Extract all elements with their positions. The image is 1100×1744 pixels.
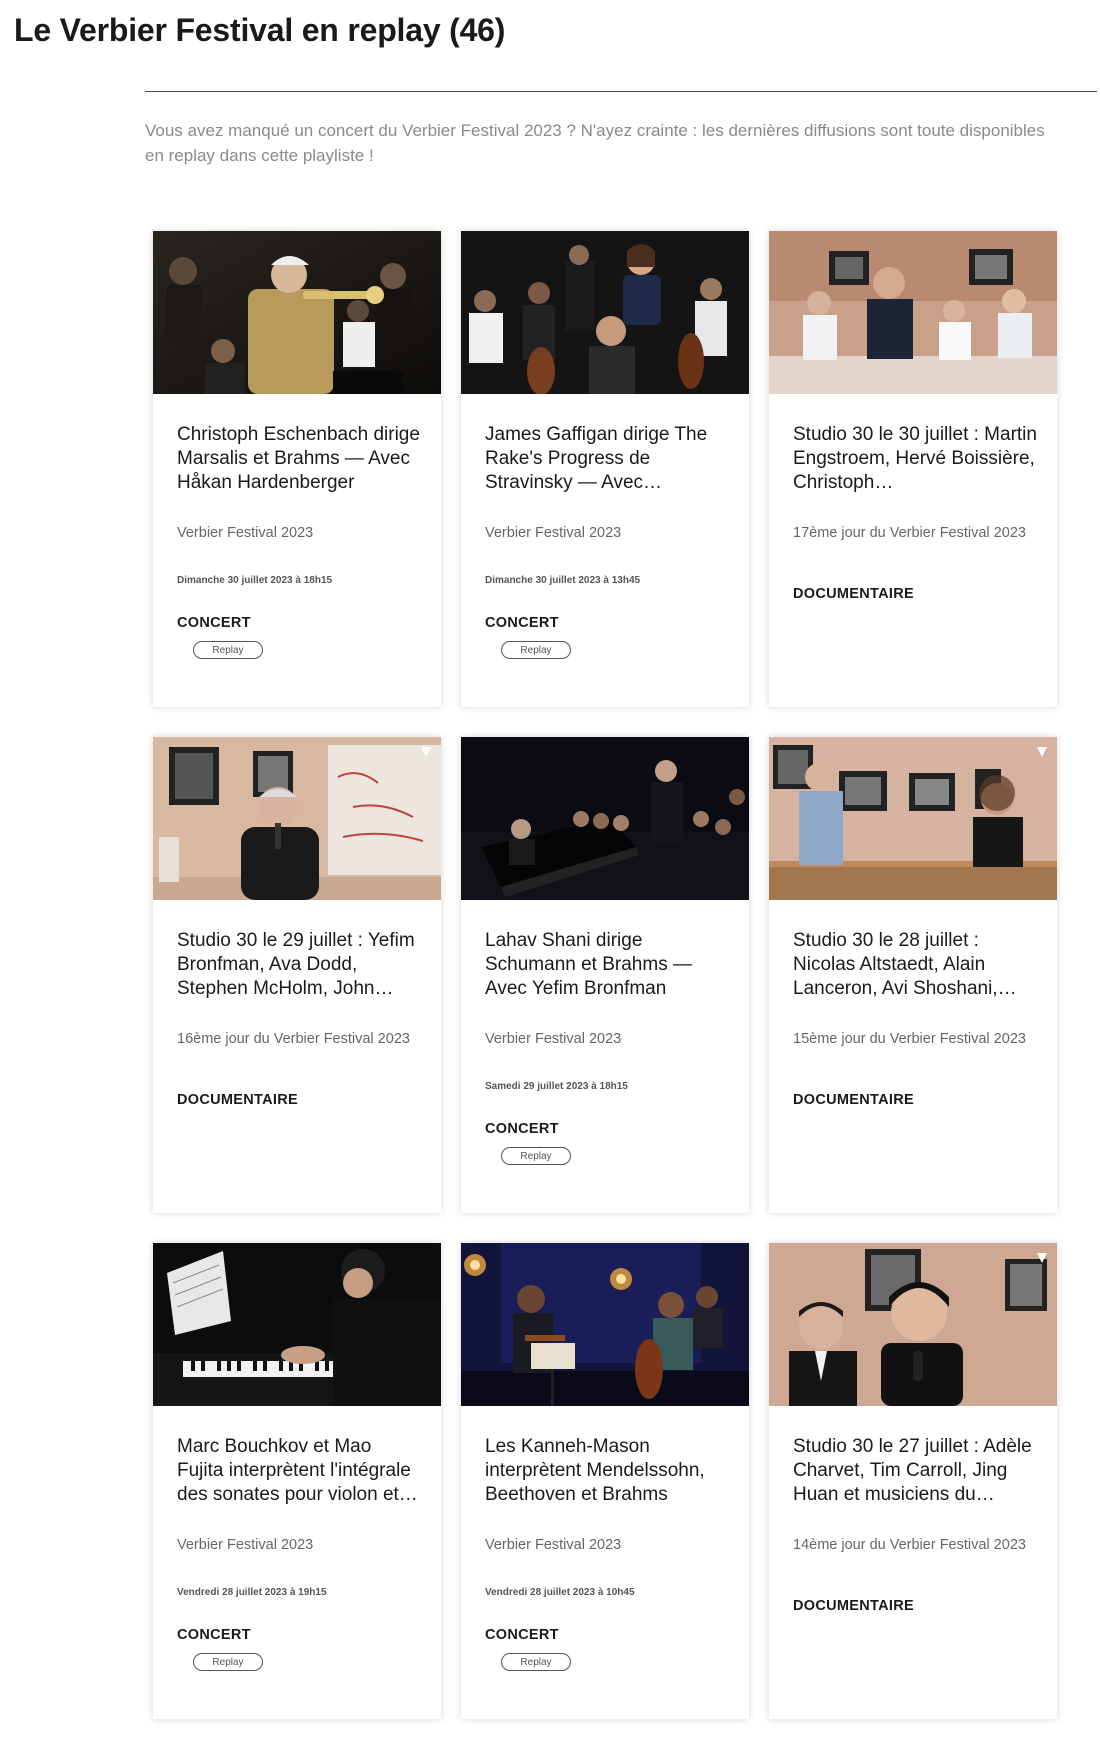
page-title: Le Verbier Festival en replay (46) xyxy=(14,12,506,48)
card-date: Dimanche 30 juillet 2023 à 13h45 xyxy=(485,575,641,586)
video-card[interactable]: Studio 30 le 27 juillet : Adèle Charvet,… xyxy=(769,1243,1057,1719)
video-card[interactable]: Les Kanneh-Mason interprètent Mendelssoh… xyxy=(461,1243,749,1719)
card-subtitle: 15ème jour du Verbier Festival 2023 xyxy=(793,1031,1026,1047)
channel-logo-icon xyxy=(1037,1253,1047,1263)
card-category: CONCERT xyxy=(485,1121,559,1137)
opera-stage-image xyxy=(461,231,749,394)
card-title[interactable]: Studio 30 le 28 juillet : Nicolas Altsta… xyxy=(793,929,1037,1001)
video-card[interactable]: Studio 30 le 30 juillet : Martin Engstro… xyxy=(769,231,1057,707)
video-thumbnail[interactable] xyxy=(461,1243,749,1406)
replay-button[interactable]: Replay xyxy=(501,1653,571,1671)
card-category: DOCUMENTAIRE xyxy=(793,1598,914,1614)
card-title[interactable]: Studio 30 le 29 juillet : Yefim Bronfman… xyxy=(177,929,421,1001)
card-title[interactable]: Les Kanneh-Mason interprètent Mendelssoh… xyxy=(485,1435,729,1507)
card-category: DOCUMENTAIRE xyxy=(793,586,914,602)
studio-interview-image xyxy=(153,737,441,900)
card-subtitle: Verbier Festival 2023 xyxy=(177,1537,314,1553)
card-subtitle: Verbier Festival 2023 xyxy=(177,525,314,541)
video-thumbnail[interactable] xyxy=(153,231,441,394)
replay-button[interactable]: Replay xyxy=(501,641,571,659)
video-card[interactable]: Marc Bouchkov et Mao Fujita interprètent… xyxy=(153,1243,441,1719)
card-category: DOCUMENTAIRE xyxy=(177,1092,298,1108)
card-category: CONCERT xyxy=(485,1627,559,1643)
video-card[interactable]: James Gaffigan dirige The Rake's Progres… xyxy=(461,231,749,707)
video-thumbnail[interactable] xyxy=(769,1243,1057,1406)
card-date: Vendredi 28 juillet 2023 à 19h15 xyxy=(177,1587,327,1598)
card-title[interactable]: Lahav Shani dirige Schumann et Brahms — … xyxy=(485,929,729,1001)
card-title[interactable]: Marc Bouchkov et Mao Fujita interprètent… xyxy=(177,1435,421,1507)
studio-applause-image xyxy=(769,231,1057,394)
video-card[interactable]: Studio 30 le 29 juillet : Yefim Bronfman… xyxy=(153,737,441,1213)
card-title[interactable]: James Gaffigan dirige The Rake's Progres… xyxy=(485,423,729,495)
replay-button[interactable]: Replay xyxy=(193,641,263,659)
studio-singer-image xyxy=(769,1243,1057,1406)
card-date: Dimanche 30 juillet 2023 à 18h15 xyxy=(177,575,333,586)
playlist-grid: Christoph Eschenbach dirige Marsalis et … xyxy=(153,231,1057,1719)
video-card[interactable]: Lahav Shani dirige Schumann et Brahms — … xyxy=(461,737,749,1213)
card-subtitle: 14ème jour du Verbier Festival 2023 xyxy=(793,1537,1026,1553)
chamber-trio-image xyxy=(461,1243,749,1406)
video-thumbnail[interactable] xyxy=(769,231,1057,394)
card-date: Vendredi 28 juillet 2023 à 10h45 xyxy=(485,1587,635,1598)
card-title[interactable]: Studio 30 le 30 juillet : Martin Engstro… xyxy=(793,423,1037,495)
card-category: DOCUMENTAIRE xyxy=(793,1092,914,1108)
card-subtitle: Verbier Festival 2023 xyxy=(485,1031,622,1047)
card-category: CONCERT xyxy=(485,615,559,631)
channel-logo-icon xyxy=(1037,747,1047,757)
video-card[interactable]: Christoph Eschenbach dirige Marsalis et … xyxy=(153,231,441,707)
replay-button[interactable]: Replay xyxy=(193,1653,263,1671)
card-category: CONCERT xyxy=(177,615,251,631)
video-thumbnail[interactable] xyxy=(461,231,749,394)
card-subtitle: 16ème jour du Verbier Festival 2023 xyxy=(177,1031,410,1047)
card-subtitle: Verbier Festival 2023 xyxy=(485,525,622,541)
video-thumbnail[interactable] xyxy=(153,737,441,900)
card-category: CONCERT xyxy=(177,1627,251,1643)
card-title[interactable]: Studio 30 le 27 juillet : Adèle Charvet,… xyxy=(793,1435,1037,1507)
orchestra-trumpet-image xyxy=(153,231,441,394)
video-thumbnail[interactable] xyxy=(461,737,749,900)
pianist-image xyxy=(153,1243,441,1406)
studio-conversation-image xyxy=(769,737,1057,900)
video-thumbnail[interactable] xyxy=(769,737,1057,900)
channel-logo-icon xyxy=(421,747,431,757)
piano-orchestra-image xyxy=(461,737,749,900)
video-card[interactable]: Studio 30 le 28 juillet : Nicolas Altsta… xyxy=(769,737,1057,1213)
replay-button[interactable]: Replay xyxy=(501,1147,571,1165)
card-subtitle: Verbier Festival 2023 xyxy=(485,1537,622,1553)
playlist-description: Vous avez manqué un concert du Verbier F… xyxy=(145,121,1045,165)
title-divider xyxy=(145,91,1097,92)
card-title[interactable]: Christoph Eschenbach dirige Marsalis et … xyxy=(177,423,421,495)
card-subtitle: 17ème jour du Verbier Festival 2023 xyxy=(793,525,1026,541)
card-date: Samedi 29 juillet 2023 à 18h15 xyxy=(485,1081,628,1092)
video-thumbnail[interactable] xyxy=(153,1243,441,1406)
